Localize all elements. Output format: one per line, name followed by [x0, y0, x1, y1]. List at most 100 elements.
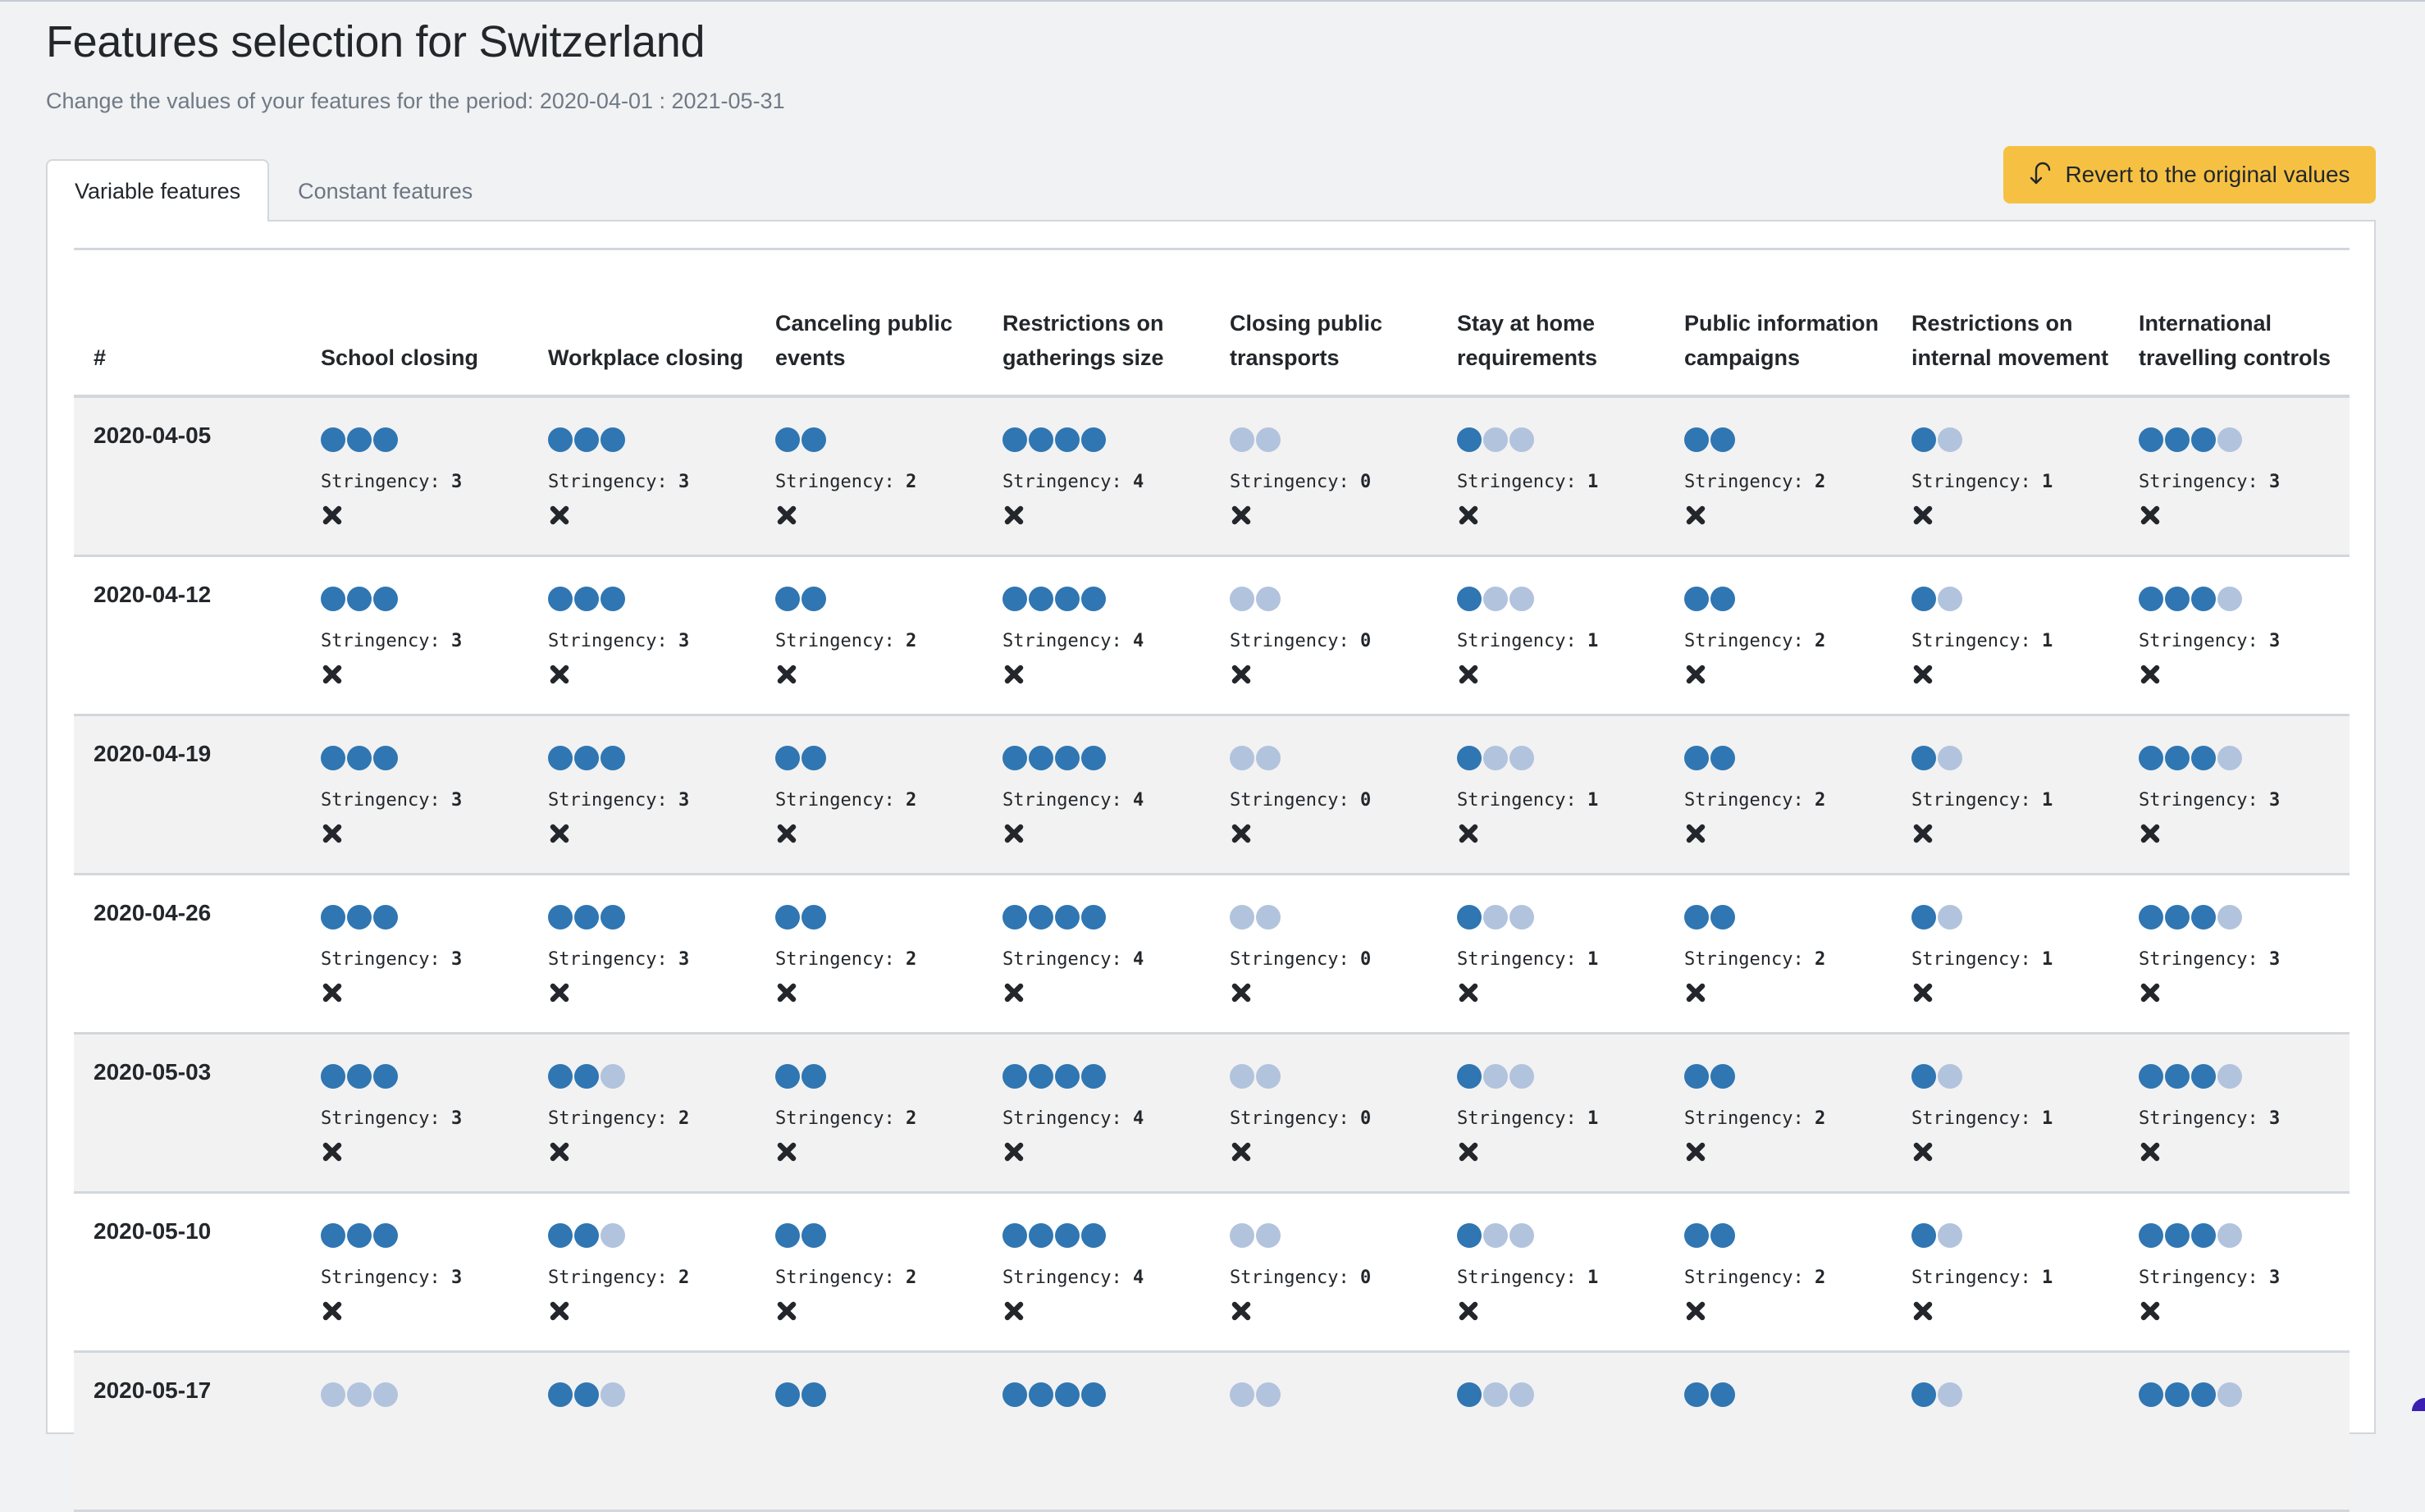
stringency-dot[interactable]	[601, 1064, 625, 1089]
stringency-selector[interactable]	[1230, 585, 1443, 613]
x-icon[interactable]	[1230, 663, 1253, 686]
stringency-selector[interactable]	[2139, 1062, 2352, 1090]
stringency-dot[interactable]	[2217, 746, 2242, 770]
stringency-dot[interactable]	[801, 1223, 826, 1248]
stringency-dot[interactable]	[801, 427, 826, 452]
stringency-selector[interactable]	[775, 585, 989, 613]
stringency-dot[interactable]	[373, 905, 398, 930]
stringency-dot[interactable]	[1081, 427, 1106, 452]
x-icon[interactable]	[1230, 981, 1253, 1004]
stringency-selector[interactable]	[1911, 1381, 2125, 1409]
x-icon[interactable]	[321, 663, 344, 686]
stringency-dot[interactable]	[1911, 427, 1936, 452]
stringency-dot[interactable]	[2191, 1223, 2216, 1248]
stringency-selector[interactable]	[321, 1062, 534, 1090]
stringency-selector[interactable]	[1457, 426, 1670, 454]
stringency-dot[interactable]	[1938, 427, 1962, 452]
stringency-dot[interactable]	[1081, 587, 1106, 611]
stringency-dot[interactable]	[1509, 427, 1534, 452]
x-icon[interactable]	[775, 663, 798, 686]
stringency-dot[interactable]	[373, 1064, 398, 1089]
stringency-dot[interactable]	[775, 427, 800, 452]
stringency-dot[interactable]	[775, 1064, 800, 1089]
x-icon[interactable]	[1684, 663, 1707, 686]
stringency-dot[interactable]	[1055, 746, 1080, 770]
x-icon[interactable]	[321, 504, 344, 527]
stringency-dot[interactable]	[574, 1382, 599, 1407]
stringency-dot[interactable]	[2217, 427, 2242, 452]
stringency-dot[interactable]	[548, 1064, 573, 1089]
stringency-dot[interactable]	[347, 1382, 372, 1407]
x-icon[interactable]	[775, 981, 798, 1004]
stringency-dot[interactable]	[1055, 587, 1080, 611]
stringency-dot[interactable]	[373, 427, 398, 452]
stringency-dot[interactable]	[1684, 427, 1709, 452]
stringency-dot[interactable]	[1457, 1064, 1482, 1089]
stringency-dot[interactable]	[1938, 1382, 1962, 1407]
stringency-dot[interactable]	[801, 746, 826, 770]
stringency-selector[interactable]	[1911, 1222, 2125, 1249]
stringency-dot[interactable]	[1483, 746, 1508, 770]
stringency-selector[interactable]	[1911, 426, 2125, 454]
stringency-selector[interactable]	[321, 585, 534, 613]
stringency-dot[interactable]	[1938, 1223, 1962, 1248]
stringency-dot[interactable]	[2217, 1382, 2242, 1407]
x-icon[interactable]	[1911, 1300, 1934, 1322]
stringency-dot[interactable]	[347, 1064, 372, 1089]
x-icon[interactable]	[1457, 1140, 1480, 1163]
stringency-dot[interactable]	[1002, 587, 1027, 611]
x-icon[interactable]	[1457, 822, 1480, 845]
stringency-dot[interactable]	[321, 746, 345, 770]
stringency-dot[interactable]	[347, 427, 372, 452]
stringency-dot[interactable]	[574, 587, 599, 611]
stringency-selector[interactable]	[1230, 1062, 1443, 1090]
stringency-dot[interactable]	[1911, 746, 1936, 770]
x-icon[interactable]	[1684, 981, 1707, 1004]
tab-constant-features[interactable]: Constant features	[269, 159, 501, 222]
stringency-dot[interactable]	[1483, 1223, 1508, 1248]
stringency-dot[interactable]	[347, 587, 372, 611]
stringency-selector[interactable]	[775, 744, 989, 772]
stringency-dot[interactable]	[1938, 905, 1962, 930]
stringency-dot[interactable]	[1938, 746, 1962, 770]
stringency-selector[interactable]	[1002, 1381, 1216, 1409]
stringency-dot[interactable]	[574, 746, 599, 770]
stringency-dot[interactable]	[775, 1223, 800, 1248]
stringency-dot[interactable]	[373, 1382, 398, 1407]
stringency-selector[interactable]	[1002, 903, 1216, 931]
stringency-selector[interactable]	[2139, 903, 2352, 931]
stringency-selector[interactable]	[548, 1222, 761, 1249]
stringency-dot[interactable]	[1457, 1382, 1482, 1407]
stringency-dot[interactable]	[574, 1064, 599, 1089]
stringency-dot[interactable]	[2217, 1223, 2242, 1248]
stringency-dot[interactable]	[1483, 1064, 1508, 1089]
stringency-dot[interactable]	[1457, 746, 1482, 770]
x-icon[interactable]	[548, 981, 571, 1004]
stringency-dot[interactable]	[1684, 1382, 1709, 1407]
stringency-selector[interactable]	[2139, 1381, 2352, 1409]
stringency-dot[interactable]	[1938, 587, 1962, 611]
stringency-dot[interactable]	[1684, 587, 1709, 611]
x-icon[interactable]	[1002, 663, 1025, 686]
stringency-selector[interactable]	[2139, 585, 2352, 613]
x-icon[interactable]	[548, 504, 571, 527]
stringency-dot[interactable]	[1684, 1223, 1709, 1248]
x-icon[interactable]	[1002, 1300, 1025, 1322]
x-icon[interactable]	[1457, 663, 1480, 686]
stringency-dot[interactable]	[1055, 905, 1080, 930]
stringency-dot[interactable]	[2139, 1382, 2163, 1407]
stringency-dot[interactable]	[1230, 1064, 1254, 1089]
stringency-selector[interactable]	[1911, 744, 2125, 772]
stringency-dot[interactable]	[2165, 1223, 2190, 1248]
stringency-dot[interactable]	[2165, 427, 2190, 452]
stringency-selector[interactable]	[2139, 744, 2352, 772]
stringency-dot[interactable]	[1081, 1064, 1106, 1089]
stringency-selector[interactable]	[1457, 1222, 1670, 1249]
stringency-selector[interactable]	[548, 1062, 761, 1090]
stringency-selector[interactable]	[1684, 744, 1898, 772]
stringency-dot[interactable]	[1055, 427, 1080, 452]
stringency-dot[interactable]	[1256, 1382, 1281, 1407]
stringency-dot[interactable]	[321, 1223, 345, 1248]
stringency-selector[interactable]	[1230, 1381, 1443, 1409]
x-icon[interactable]	[775, 822, 798, 845]
